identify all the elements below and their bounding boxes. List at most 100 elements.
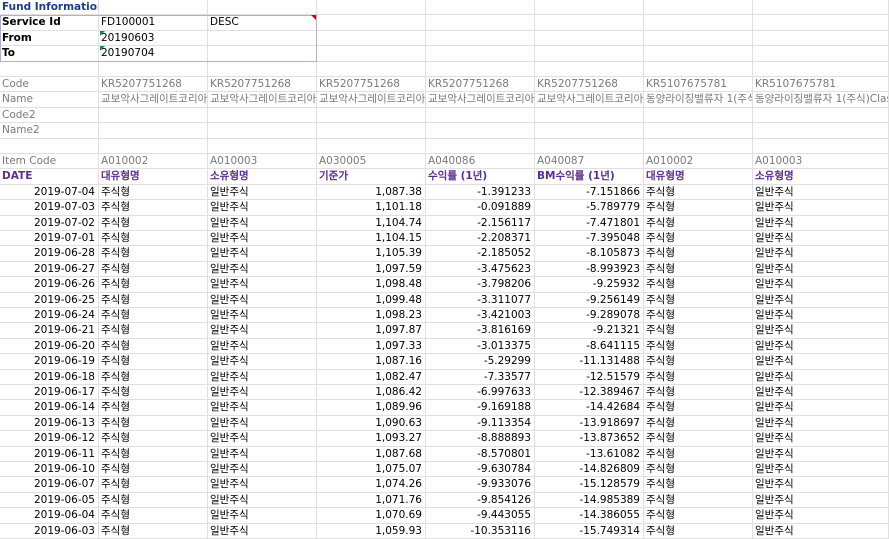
date-cell[interactable]: 2019-07-02 (0, 215, 99, 231)
date-cell[interactable]: 2019-06-18 (0, 369, 99, 385)
column-header[interactable]: 기준가 (317, 169, 426, 185)
data-cell[interactable]: 1,059.93 (317, 523, 426, 539)
data-cell[interactable]: 주식형 (99, 261, 208, 278)
name-label[interactable]: Name (0, 92, 99, 108)
data-cell[interactable]: 일반주식 (753, 415, 889, 432)
item-code-cell[interactable]: A010002 (99, 154, 208, 170)
data-cell[interactable]: 주식형 (644, 492, 753, 509)
data-cell[interactable]: 1,074.26 (317, 477, 426, 493)
data-cell[interactable]: -13.918697 (535, 415, 644, 432)
data-cell[interactable]: 일반주식 (753, 231, 889, 247)
data-cell[interactable]: -0.091889 (426, 200, 535, 216)
data-cell[interactable]: 일반주식 (753, 292, 889, 308)
item-code-cell[interactable]: A040087 (535, 154, 644, 170)
empty-cell[interactable] (426, 123, 535, 139)
data-cell[interactable]: 일반주식 (753, 338, 889, 355)
date-cell[interactable]: 2019-06-25 (0, 292, 99, 308)
data-cell[interactable]: 주식형 (99, 446, 208, 462)
empty-cell[interactable] (208, 123, 317, 139)
data-cell[interactable]: -9.933076 (426, 477, 535, 493)
data-cell[interactable]: -14.386055 (535, 508, 644, 524)
data-cell[interactable]: -9.113354 (426, 415, 535, 432)
fund-code-cell[interactable]: KR5207751268 (426, 77, 535, 93)
date-cell[interactable]: 2019-06-13 (0, 415, 99, 432)
column-header[interactable]: BM수익률 (1년) (535, 169, 644, 185)
empty-cell[interactable] (535, 0, 644, 16)
data-cell[interactable]: 주식형 (99, 354, 208, 370)
date-cell[interactable]: 2019-06-27 (0, 261, 99, 278)
data-cell[interactable]: 1,075.07 (317, 462, 426, 478)
fund-code-cell[interactable]: KR5207751268 (208, 77, 317, 93)
data-cell[interactable]: -9.443055 (426, 508, 535, 524)
data-cell[interactable]: 일반주식 (753, 246, 889, 262)
data-cell[interactable]: 일반주식 (753, 492, 889, 509)
date-cell[interactable]: 2019-06-24 (0, 308, 99, 324)
data-cell[interactable]: 주식형 (99, 369, 208, 385)
data-cell[interactable]: 주식형 (99, 323, 208, 339)
empty-cell[interactable] (426, 46, 535, 62)
data-cell[interactable]: -6.997633 (426, 385, 535, 401)
spreadsheet-grid[interactable]: Fund Information Service Id FD100001 DESC Fr… (0, 0, 889, 539)
data-cell[interactable]: 주식형 (644, 292, 753, 308)
data-cell[interactable]: 일반주식 (208, 446, 317, 462)
empty-cell[interactable] (99, 0, 208, 16)
data-cell[interactable]: -9.630784 (426, 462, 535, 478)
empty-cell[interactable] (535, 123, 644, 139)
data-cell[interactable]: -9.289078 (535, 308, 644, 324)
data-cell[interactable]: -2.156117 (426, 215, 535, 231)
date-cell[interactable]: 2019-06-17 (0, 385, 99, 401)
data-cell[interactable]: 주식형 (644, 277, 753, 293)
data-cell[interactable]: 1,093.27 (317, 431, 426, 447)
data-cell[interactable]: 주식형 (99, 508, 208, 524)
data-cell[interactable]: -12.389467 (535, 385, 644, 401)
item-code-cell[interactable]: A010003 (208, 154, 317, 170)
empty-cell[interactable] (208, 107, 317, 124)
data-cell[interactable]: 주식형 (644, 215, 753, 231)
item-code-cell[interactable]: A010003 (753, 154, 889, 170)
empty-cell[interactable] (644, 15, 753, 31)
data-cell[interactable]: 1,090.63 (317, 415, 426, 432)
data-cell[interactable]: 일반주식 (753, 277, 889, 293)
date-cell[interactable]: 2019-06-26 (0, 277, 99, 293)
empty-cell[interactable] (426, 0, 535, 16)
data-cell[interactable]: -1.391233 (426, 184, 535, 201)
data-cell[interactable]: 주식형 (99, 477, 208, 493)
empty-cell[interactable] (644, 107, 753, 124)
column-header[interactable]: 소유형명 (753, 169, 889, 185)
data-cell[interactable]: 일반주식 (208, 477, 317, 493)
data-cell[interactable]: 1,087.68 (317, 446, 426, 462)
data-cell[interactable]: -7.151866 (535, 184, 644, 201)
data-cell[interactable]: 1,086.42 (317, 385, 426, 401)
data-cell[interactable]: 주식형 (99, 184, 208, 201)
data-cell[interactable]: 주식형 (99, 200, 208, 216)
code2-label[interactable]: Code2 (0, 107, 99, 124)
data-cell[interactable]: -9.21321 (535, 323, 644, 339)
data-cell[interactable]: 일반주식 (753, 462, 889, 478)
empty-cell[interactable] (644, 46, 753, 62)
data-cell[interactable]: 1,098.48 (317, 277, 426, 293)
data-cell[interactable]: 일반주식 (208, 415, 317, 432)
fund-code-cell[interactable]: KR5207751268 (535, 77, 644, 93)
data-cell[interactable]: 주식형 (644, 508, 753, 524)
data-cell[interactable]: -2.208371 (426, 231, 535, 247)
data-cell[interactable]: -15.749314 (535, 523, 644, 539)
data-cell[interactable]: 1,104.74 (317, 215, 426, 231)
data-cell[interactable]: 주식형 (99, 385, 208, 401)
empty-cell[interactable] (535, 30, 644, 47)
date-cell[interactable]: 2019-06-11 (0, 446, 99, 462)
data-cell[interactable]: 일반주식 (753, 385, 889, 401)
empty-cell[interactable] (753, 138, 889, 154)
data-cell[interactable]: 1,097.87 (317, 323, 426, 339)
fund-code-cell[interactable]: KR5207751268 (99, 77, 208, 93)
date-cell[interactable]: 2019-06-03 (0, 523, 99, 539)
data-cell[interactable]: 일반주식 (208, 354, 317, 370)
data-cell[interactable]: 1,099.48 (317, 292, 426, 308)
data-cell[interactable]: 일반주식 (753, 184, 889, 201)
empty-cell[interactable] (426, 61, 535, 77)
data-cell[interactable]: 일반주식 (208, 231, 317, 247)
date-cell[interactable]: 2019-07-03 (0, 200, 99, 216)
data-cell[interactable]: 주식형 (644, 523, 753, 539)
column-header[interactable]: 수익률 (1년) (426, 169, 535, 185)
data-cell[interactable]: 일반주식 (208, 200, 317, 216)
empty-cell[interactable] (208, 138, 317, 154)
